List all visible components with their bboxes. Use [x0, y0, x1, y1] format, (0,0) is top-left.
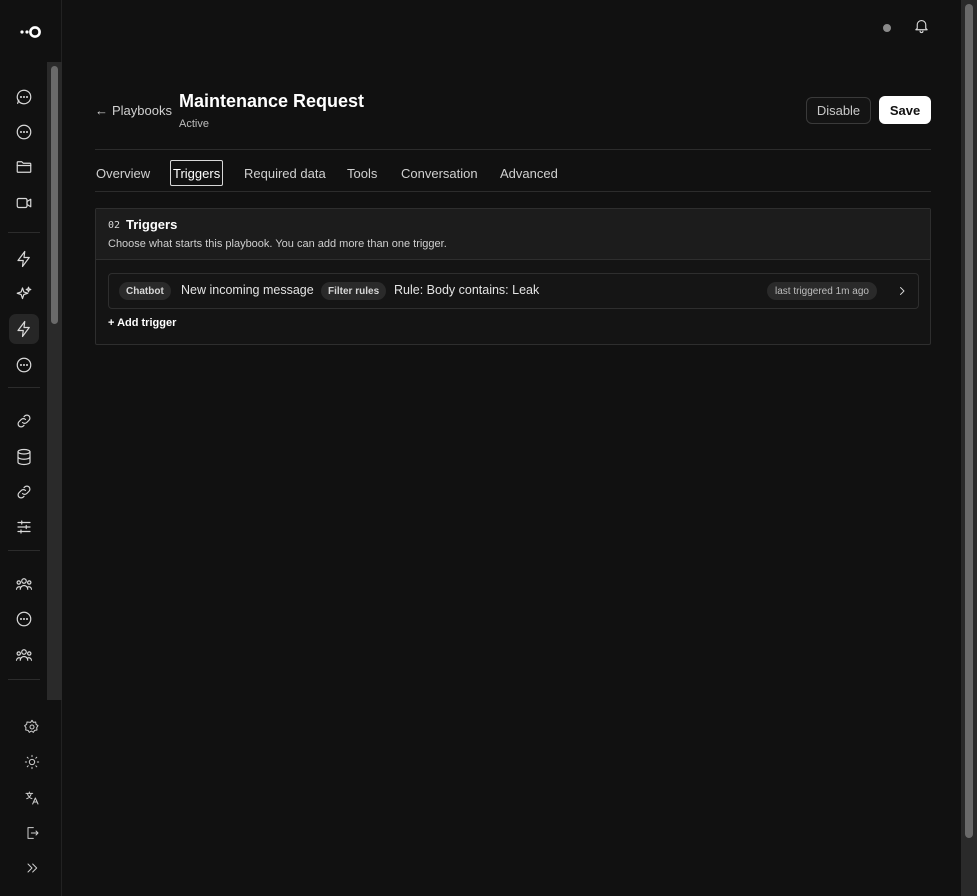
triggers-card-header: 02 Triggers Choose what starts this play… [96, 209, 930, 260]
status-indicator [883, 24, 891, 32]
theme-toggle[interactable] [17, 747, 47, 777]
sidebar-scrollbar-thumb[interactable] [51, 66, 58, 324]
add-trigger-button[interactable]: + Add trigger [108, 317, 176, 329]
sidebar-item-video[interactable] [9, 188, 39, 218]
chat-bubble-icon [16, 124, 32, 140]
header-divider [95, 149, 931, 150]
trigger-source-badge: Chatbot [119, 282, 171, 300]
sidebar-divider [8, 232, 40, 233]
chevron-right-icon[interactable] [895, 283, 909, 299]
sidebar-divider [8, 387, 40, 388]
sidebar-item-chat-2[interactable] [9, 117, 39, 147]
sidebar-item-users[interactable] [9, 640, 39, 670]
sidebar-item-ai[interactable] [9, 279, 39, 309]
tab-tools[interactable]: Tools [347, 162, 377, 184]
settings-button[interactable] [17, 712, 47, 742]
language-button[interactable] [17, 783, 47, 813]
playbook-status: Active [179, 118, 209, 130]
section-description: Choose what starts this playbook. You ca… [108, 238, 447, 250]
sidebar-item-filters[interactable] [9, 512, 39, 542]
chat-bubble-icon [16, 611, 32, 627]
translate-icon [25, 791, 39, 805]
page-scrollbar-thumb[interactable] [965, 4, 973, 838]
filter-rules-badge[interactable]: Filter rules [321, 282, 387, 300]
video-icon [16, 197, 32, 209]
tabs-divider [95, 191, 931, 192]
sidebar-item-automation[interactable] [9, 244, 39, 274]
disable-button[interactable]: Disable [806, 97, 871, 124]
users-icon [15, 578, 33, 590]
sidebar-item-folder[interactable] [9, 152, 39, 182]
save-button[interactable]: Save [879, 96, 931, 124]
chat-bubble-icon [16, 357, 32, 373]
link-icon [17, 485, 31, 499]
sidebar-item-links[interactable] [9, 477, 39, 507]
lightning-icon [17, 250, 30, 268]
trigger-item[interactable]: Chatbot New incoming message Filter rule… [108, 273, 919, 309]
sidebar-item-team[interactable] [9, 569, 39, 599]
section-number: 02 [108, 220, 121, 231]
sidebar-item-chat-1[interactable] [9, 82, 39, 112]
users-icon [15, 649, 33, 661]
link-icon [17, 414, 31, 428]
last-triggered-badge: last triggered 1m ago [767, 282, 877, 300]
logout-button[interactable] [17, 818, 47, 848]
sidebar [0, 0, 62, 896]
sidebar-item-database[interactable] [9, 442, 39, 472]
folder-icon [16, 161, 32, 173]
back-to-playbooks-link[interactable]: ← Playbooks [95, 101, 172, 119]
logo-icon[interactable] [19, 24, 43, 40]
notifications-button[interactable] [910, 14, 932, 36]
trigger-event: New incoming message [181, 283, 314, 297]
sun-icon [24, 754, 40, 770]
tab-overview[interactable]: Overview [96, 162, 150, 184]
arrow-left-icon: ← [95, 102, 108, 118]
sidebar-item-playbooks[interactable] [9, 314, 39, 344]
database-icon [17, 448, 31, 466]
tab-conversation[interactable]: Conversation [401, 162, 478, 184]
bell-icon [914, 19, 928, 33]
back-link-label: Playbooks [112, 102, 172, 118]
sidebar-item-chat-3[interactable] [9, 350, 39, 380]
sidebar-divider [8, 679, 40, 680]
page-title: Maintenance Request [179, 91, 365, 111]
lightning-icon [17, 320, 30, 338]
sidebar-item-integrations[interactable] [9, 406, 39, 436]
chat-bubble-icon [16, 89, 32, 105]
trigger-rule: Rule: Body contains: Leak [394, 283, 540, 297]
tab-triggers[interactable]: Triggers [170, 160, 224, 186]
tab-advanced[interactable]: Advanced [500, 162, 558, 184]
logout-icon [27, 827, 39, 839]
sparkles-icon [16, 286, 32, 300]
app-root: ← Playbooks Maintenance Request Active D… [0, 0, 977, 896]
expand-sidebar-button[interactable] [17, 853, 47, 883]
sidebar-divider [8, 550, 40, 551]
tab-required-data[interactable]: Required data [244, 162, 326, 184]
settings-icon [24, 719, 39, 733]
sliders-icon [17, 520, 31, 534]
triggers-card: 02 Triggers Choose what starts this play… [95, 208, 931, 345]
chevrons-right-icon [27, 863, 38, 873]
sidebar-item-chat-4[interactable] [9, 604, 39, 634]
section-title: Triggers [126, 217, 178, 232]
